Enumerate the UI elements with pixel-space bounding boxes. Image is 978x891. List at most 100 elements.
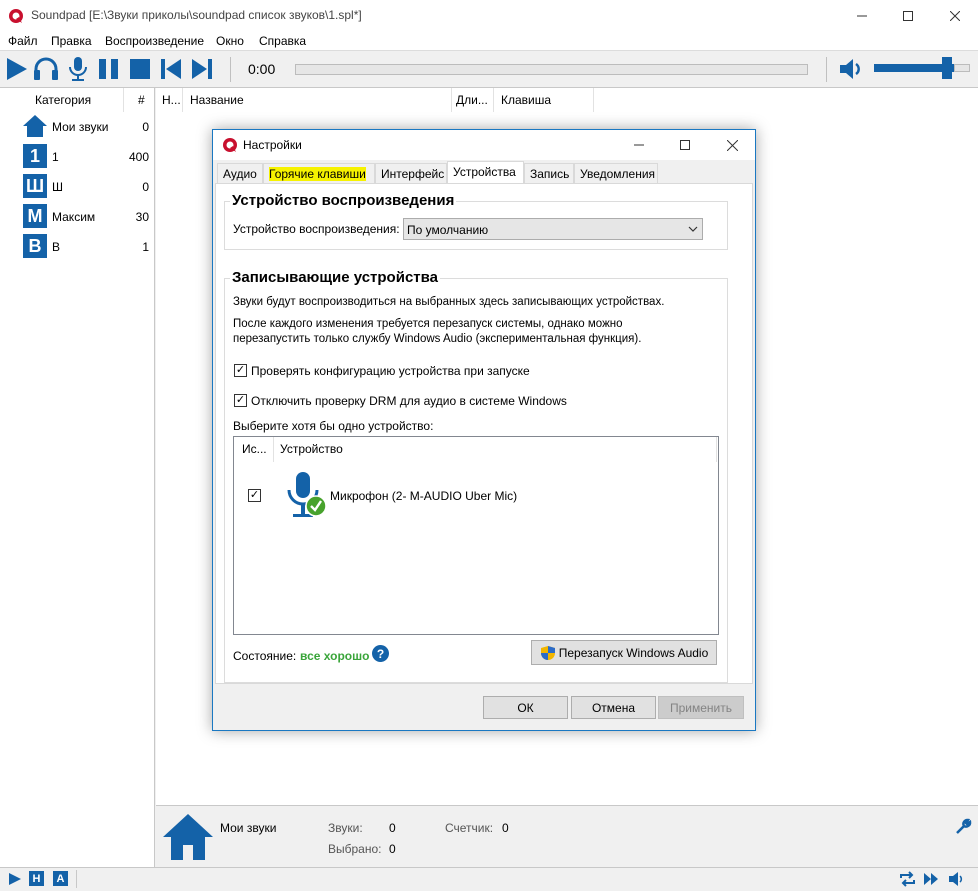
category-column-header[interactable]: Категория <box>0 88 124 112</box>
category-badge: В <box>23 234 47 258</box>
status-label: Состояние: <box>233 649 297 663</box>
use-column-header[interactable]: Ис... <box>234 437 274 462</box>
tab-label: Уведомления <box>580 167 656 181</box>
toolbar-divider <box>826 57 827 82</box>
tab-audio[interactable]: Аудио <box>217 163 263 183</box>
menu-help[interactable]: Справка <box>259 34 306 48</box>
counter-value: 0 <box>502 821 509 835</box>
home-icon <box>163 814 213 860</box>
auto-badge[interactable]: A <box>53 871 68 886</box>
category-item-maksim[interactable]: М Максим 30 <box>0 201 155 231</box>
previous-button[interactable] <box>157 55 185 83</box>
toolbar-divider <box>230 57 231 82</box>
tab-devices[interactable]: Устройства <box>447 161 524 184</box>
cancel-button[interactable]: Отмена <box>571 696 656 719</box>
disable-drm-checkbox[interactable]: ✓ <box>234 394 247 407</box>
stop-icon <box>130 59 150 79</box>
device-use-checkbox[interactable]: ✓ <box>248 489 261 502</box>
category-badge: Ш <box>23 174 47 198</box>
chevron-down-icon <box>688 226 698 232</box>
device-column-header[interactable]: Устройство <box>274 437 717 462</box>
mute-button[interactable] <box>838 55 866 83</box>
number-column-header[interactable]: Н... <box>156 88 183 112</box>
microphone-button[interactable] <box>64 55 92 83</box>
menu-window[interactable]: Окно <box>216 34 244 48</box>
minimize-icon <box>857 15 867 16</box>
close-button[interactable] <box>932 0 978 31</box>
close-icon <box>726 139 738 151</box>
play-icon <box>7 58 27 80</box>
category-item-v[interactable]: В В 1 <box>0 231 155 261</box>
menu-file[interactable]: Файл <box>8 34 38 48</box>
tab-hotkeys[interactable]: Горячие клавиши <box>263 163 375 183</box>
skip-forward-icon <box>192 59 212 79</box>
category-count: 400 <box>128 150 149 164</box>
play-button[interactable] <box>2 55 30 83</box>
volume-slider-track[interactable] <box>954 64 970 72</box>
playback-device-select[interactable]: По умолчанию <box>403 218 703 240</box>
minimize-button[interactable] <box>839 0 885 31</box>
tab-interface[interactable]: Интерфейс <box>375 163 447 183</box>
length-column-header[interactable]: Дли... <box>452 88 494 112</box>
minimize-icon <box>634 144 644 146</box>
tab-label: Устройства <box>453 165 516 179</box>
recording-device-list[interactable]: Ис... Устройство ✓ Микрофон (2- M-AUDIO … <box>233 436 719 635</box>
maximize-button[interactable] <box>885 0 931 31</box>
menu-edit[interactable]: Правка <box>51 34 92 48</box>
ok-label: ОК <box>517 700 534 715</box>
category-item-my-sounds[interactable]: Мои звуки 0 <box>0 111 155 141</box>
volume-slider-thumb[interactable] <box>942 57 952 79</box>
stop-button[interactable] <box>126 55 154 83</box>
recording-group-title: Записывающие устройства <box>230 269 440 286</box>
check-config-checkbox[interactable]: ✓ <box>234 364 247 377</box>
tab-label: Интерфейс <box>381 167 445 181</box>
hotkeys-badge[interactable]: H <box>29 871 44 886</box>
speaker-icon <box>840 59 860 79</box>
status-message-area <box>76 870 891 888</box>
tab-recording[interactable]: Запись <box>524 163 574 183</box>
dialog-title-bar: Настройки <box>213 130 755 160</box>
dialog-close-button[interactable] <box>709 130 755 160</box>
playback-time: 0:00 <box>248 61 276 77</box>
settings-tabs: Аудио Горячие клавиши Интерфейс Устройст… <box>215 161 753 184</box>
name-column-header[interactable]: Название <box>183 88 452 112</box>
category-item-sh[interactable]: Ш Ш 0 <box>0 171 155 201</box>
pause-button[interactable] <box>95 55 123 83</box>
category-count: 0 <box>142 180 149 194</box>
seek-bar[interactable] <box>295 64 808 75</box>
help-icon[interactable]: ? <box>372 645 389 662</box>
sounds-label: Звуки: <box>328 821 363 835</box>
category-badge: 1 <box>23 144 47 168</box>
wrench-icon[interactable] <box>954 818 972 836</box>
menu-playback[interactable]: Воспроизведение <box>105 34 204 48</box>
apply-button[interactable]: Применить <box>658 696 744 719</box>
hotkey-column-header[interactable]: Клавиша <box>494 88 594 112</box>
player-toolbar: 0:00 <box>0 51 978 88</box>
tab-notifications[interactable]: Уведомления <box>574 163 658 183</box>
dialog-minimize-button[interactable] <box>616 130 662 160</box>
play-status-icon <box>9 873 21 885</box>
repeat-icon[interactable] <box>899 871 916 887</box>
playback-device-label: Устройство воспроизведения: <box>233 222 400 236</box>
home-icon <box>23 115 47 137</box>
maximize-icon <box>680 140 690 150</box>
dialog-title: Настройки <box>243 138 302 152</box>
device-row[interactable]: ✓ Микрофон (2- M-AUDIO Uber Mic) <box>234 465 718 525</box>
category-item-1[interactable]: 1 1 400 <box>0 141 155 171</box>
dialog-maximize-button[interactable] <box>662 130 708 160</box>
restart-windows-audio-button[interactable]: Перезапуск Windows Audio <box>531 640 717 665</box>
maximize-icon <box>903 10 913 21</box>
microphone-device-icon <box>287 472 327 517</box>
speaker-small-icon[interactable] <box>948 871 965 887</box>
disable-drm-label: Отключить проверку DRM для аудио в систе… <box>251 394 567 408</box>
choose-device-label: Выберите хотя бы одно устройство: <box>233 419 434 433</box>
title-bar: Soundpad [E:\Звуки приколы\soundpad спис… <box>0 0 978 31</box>
category-name: Максим <box>52 210 96 224</box>
play-next-icon[interactable] <box>923 871 940 887</box>
count-column-header[interactable]: # <box>124 88 155 112</box>
ok-button[interactable]: ОК <box>483 696 568 719</box>
selected-label: Выбрано: <box>328 842 382 856</box>
next-button[interactable] <box>188 55 216 83</box>
devices-tab-page: Устройство воспроизведения Устройство во… <box>215 183 753 684</box>
headphones-button[interactable] <box>32 55 60 83</box>
